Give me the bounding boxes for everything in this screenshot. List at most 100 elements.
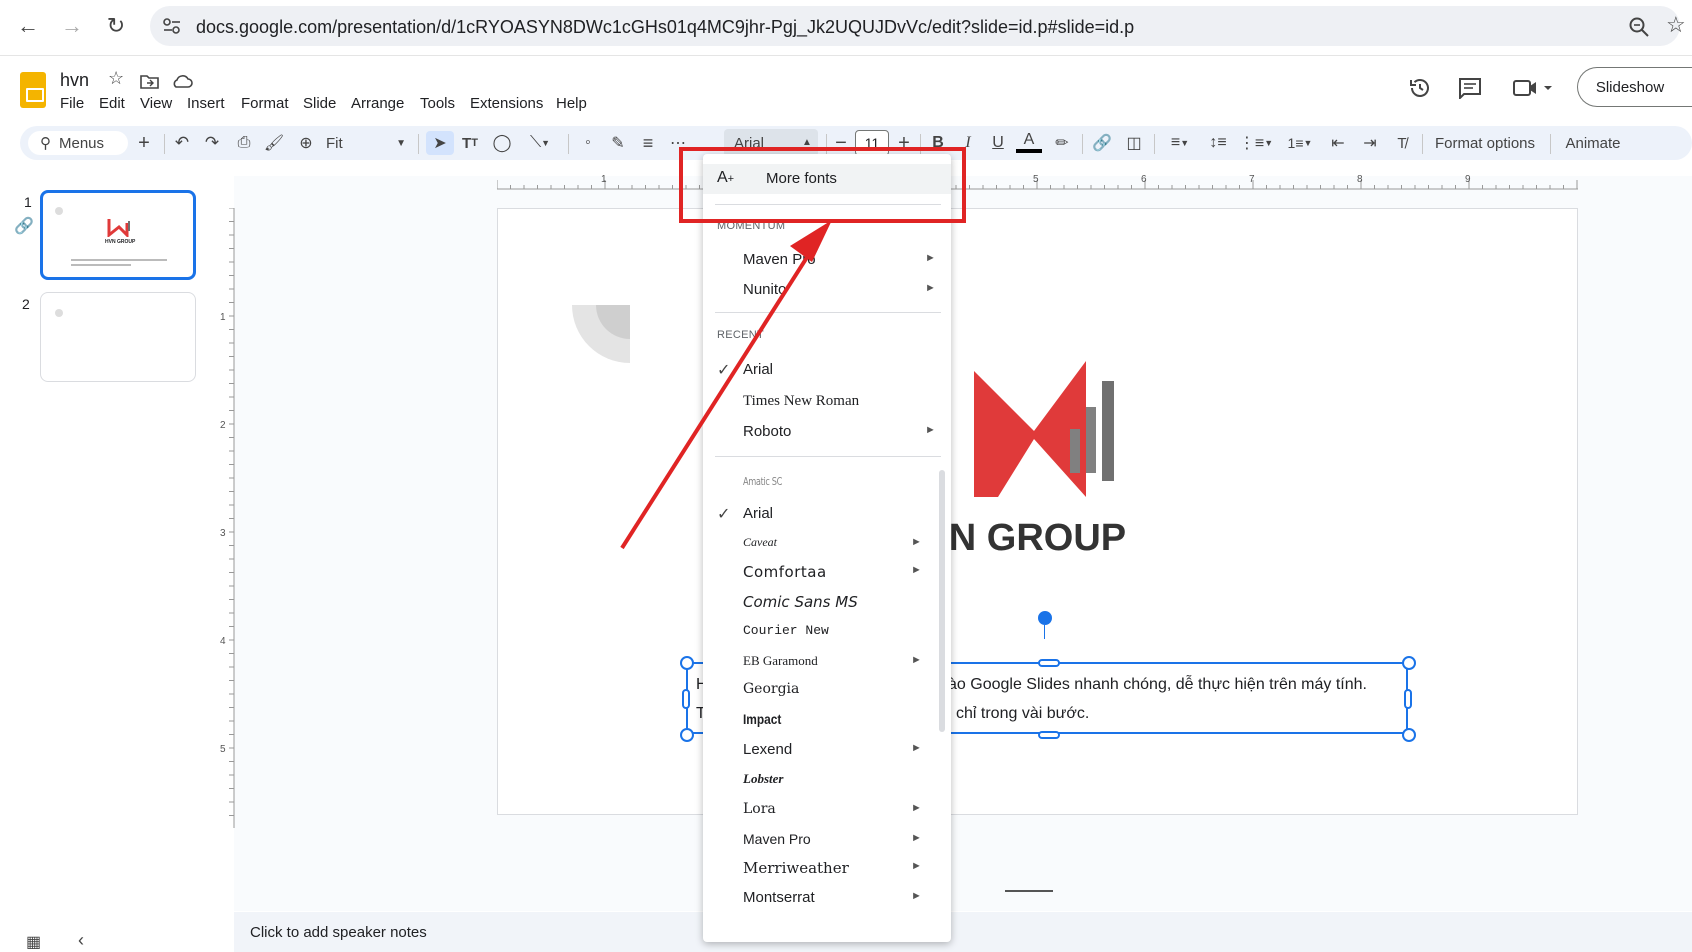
resize-handle[interactable] [1404, 689, 1412, 709]
top-ruler: 1 2 3 4 5 6 7 8 9 [496, 174, 1578, 190]
numbered-list-icon[interactable]: 1≡ ▼ [1282, 131, 1318, 155]
font-item-lobster[interactable]: Lobster [703, 766, 951, 794]
menu-help[interactable]: Help [556, 95, 587, 112]
resize-handle[interactable] [680, 728, 694, 742]
font-item-lora[interactable]: Lora ► [703, 796, 951, 824]
font-item-merriweather[interactable]: Merriweather ► [703, 854, 951, 882]
resize-handle[interactable] [1038, 659, 1060, 667]
font-item-georgia[interactable]: Georgia [703, 676, 951, 704]
grid-view-icon[interactable]: ▦ [26, 932, 41, 952]
submenu-arrow-icon: ► [911, 654, 922, 666]
slides-logo-icon[interactable] [20, 72, 46, 108]
address-bar[interactable]: docs.google.com/presentation/d/1cRYOASYN… [150, 6, 1680, 46]
border-weight-icon[interactable]: ≡ [636, 131, 660, 155]
bulleted-list-icon[interactable]: ⋮≡ ▼ [1238, 131, 1274, 155]
url-text[interactable]: docs.google.com/presentation/d/1cRYOASYN… [196, 17, 1134, 38]
move-folder-icon[interactable] [140, 73, 160, 89]
slide-number: 2 [22, 296, 30, 312]
insert-link-icon[interactable]: 🔗 [1090, 131, 1114, 155]
menu-scrollbar[interactable] [939, 470, 945, 732]
menu-format[interactable]: Format [241, 95, 289, 112]
underline-icon[interactable]: U [986, 131, 1010, 155]
site-settings-icon[interactable] [162, 17, 182, 35]
line-tool-icon[interactable]: ⟍ ▼ [522, 131, 558, 155]
font-item-courier-new[interactable]: Courier New [703, 618, 951, 646]
shape-icon[interactable]: ◯ [490, 131, 514, 155]
slide-thumbnail-1[interactable]: HVN GROUP [40, 190, 196, 280]
line-spacing-icon[interactable]: ↕≡ [1206, 131, 1230, 155]
reload-icon[interactable]: ↻ [100, 10, 132, 42]
collapse-filmstrip-icon[interactable]: ‹ [78, 930, 84, 951]
submenu-arrow-icon: ► [911, 536, 922, 548]
animate-button[interactable]: Animate [1558, 131, 1628, 155]
font-item-comfortaa[interactable]: Comfortaa ► [703, 558, 951, 586]
font-item-comic-sans-ms[interactable]: Comic Sans MS [703, 588, 951, 616]
version-history-icon[interactable] [1408, 76, 1432, 100]
menu-arrange[interactable]: Arrange [351, 95, 404, 112]
border-color-icon[interactable]: ✎ [606, 131, 630, 155]
resize-handle[interactable] [1038, 731, 1060, 739]
menu-slide[interactable]: Slide [303, 95, 336, 112]
print-icon[interactable]: ⎙ [232, 131, 256, 155]
menu-tools[interactable]: Tools [420, 95, 455, 112]
forward-icon[interactable]: → [56, 10, 88, 42]
resize-handle[interactable] [682, 689, 690, 709]
back-icon[interactable]: ← [12, 10, 44, 42]
search-icon: ⚲ [40, 135, 51, 152]
slide-thumbnail-2[interactable] [40, 292, 196, 382]
menu-edit[interactable]: Edit [99, 95, 125, 112]
ruler-number: 4 [220, 636, 226, 647]
font-item-eb-garamond[interactable]: EB Garamond ► [703, 648, 951, 676]
resize-handle[interactable] [680, 656, 694, 670]
speaker-notes[interactable]: Click to add speaker notes [234, 912, 1692, 952]
ruler-number: 1 [601, 174, 607, 185]
text-color-icon[interactable]: A [1016, 131, 1042, 153]
menu-extensions[interactable]: Extensions [470, 95, 543, 112]
link-icon: 🔗 [14, 218, 34, 235]
comments-icon[interactable] [1458, 77, 1482, 99]
notes-resize-handle[interactable] [1005, 890, 1053, 892]
submenu-arrow-icon: ► [925, 252, 936, 264]
decrease-indent-icon[interactable]: ⇤ [1326, 131, 1350, 155]
paint-format-icon[interactable]: 🖌 [262, 131, 286, 155]
font-item-maven-pro-2[interactable]: Maven Pro ► [703, 826, 951, 854]
font-item-impact[interactable]: Impact [703, 706, 951, 734]
ruler-number: 5 [1033, 174, 1039, 185]
font-item-montserrat[interactable]: Montserrat ► [703, 884, 951, 912]
menu-insert[interactable]: Insert [187, 95, 225, 112]
submenu-arrow-icon: ► [911, 742, 922, 754]
font-item-lexend[interactable]: Lexend ► [703, 736, 951, 764]
browser-toolbar: ← → ↻ docs.google.com/presentation/d/1cR… [0, 0, 1692, 56]
menu-file[interactable]: File [60, 95, 84, 112]
resize-handle[interactable] [1402, 728, 1416, 742]
ruler-number: 1 [220, 312, 226, 323]
zoom-icon[interactable] [1628, 16, 1650, 38]
document-title[interactable]: hvn [60, 70, 89, 91]
menu-view[interactable]: View [140, 95, 172, 112]
slideshow-button[interactable]: Slideshow [1577, 67, 1692, 107]
align-icon[interactable]: ≡ ▼ [1162, 131, 1198, 155]
resize-handle[interactable] [1402, 656, 1416, 670]
new-slide-icon[interactable]: + [132, 131, 156, 155]
menus-search[interactable]: ⚲ Menus [28, 131, 128, 155]
zoom-select[interactable]: Fit ▼ [326, 131, 406, 155]
submenu-arrow-icon: ► [925, 282, 936, 294]
cloud-status-icon[interactable] [171, 73, 193, 89]
text-box-icon[interactable]: TT [458, 131, 482, 155]
clear-formatting-icon[interactable]: T̸ [1390, 131, 1414, 155]
meet-camera-icon[interactable] [1512, 78, 1554, 98]
slide-filmstrip: 1 🔗 HVN GROUP 2 [0, 176, 210, 876]
zoom-in-icon[interactable]: ⊕ [294, 131, 318, 155]
increase-indent-icon[interactable]: ⇥ [1358, 131, 1382, 155]
bookmark-star-icon[interactable]: ☆ [1666, 12, 1686, 38]
highlight-color-icon[interactable]: ✏ [1050, 131, 1074, 155]
star-icon[interactable]: ☆ [108, 68, 124, 89]
undo-icon[interactable]: ↶ [170, 131, 194, 155]
redo-icon[interactable]: ↷ [200, 131, 224, 155]
zoom-label: Fit [326, 134, 343, 152]
fill-color-icon[interactable]: ◦ [576, 131, 600, 155]
select-pointer-icon[interactable]: ➤ [426, 131, 454, 155]
format-options-button[interactable]: Format options [1430, 131, 1540, 155]
rotate-handle[interactable] [1038, 611, 1052, 625]
add-comment-icon[interactable]: ◫ [1122, 131, 1146, 155]
